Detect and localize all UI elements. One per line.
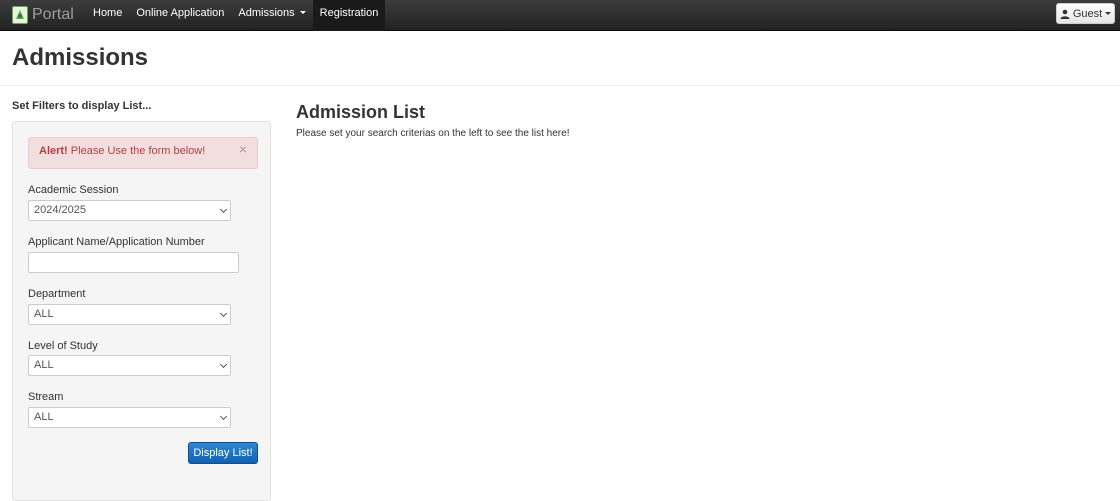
department-select[interactable]: ALL: [28, 304, 231, 325]
caret-down-icon: [1105, 12, 1112, 15]
department-value: ALL: [34, 308, 54, 320]
page-title: Admissions: [12, 44, 149, 71]
admission-list-title: Admission List: [296, 102, 426, 122]
level-of-study-value: ALL: [34, 359, 54, 371]
academic-session-value: 2024/2025: [34, 204, 86, 216]
alert-box: Alert! Please Use the form below! ×: [28, 137, 258, 169]
header-divider: [0, 85, 1120, 86]
nav-item-label: Registration: [319, 6, 379, 19]
level-of-study-label: Level of Study: [28, 340, 98, 352]
filters-panel: Alert! Please Use the form below! × Acad…: [12, 121, 271, 501]
portal-logo-icon: [12, 6, 28, 24]
nav-item-registration[interactable]: Registration: [312, 0, 386, 31]
nav-item-online-application[interactable]: Online Application: [129, 0, 231, 31]
chevron-down-icon: [219, 205, 228, 214]
chevron-down-icon: [219, 360, 228, 369]
stream-select[interactable]: ALL: [28, 407, 231, 428]
user-menu-label: Guest: [1072, 7, 1103, 20]
alert-strong: Alert!: [39, 145, 68, 157]
nav-item-label: Online Application: [136, 6, 225, 19]
display-list-button[interactable]: Display List!: [188, 442, 258, 464]
main-nav: Home Online Application Admissions Regis…: [86, 0, 386, 31]
caret-down-icon: [299, 11, 306, 14]
nav-item-admissions[interactable]: Admissions: [231, 0, 312, 31]
chevron-down-icon: [219, 412, 228, 421]
filters-title: Set Filters to display List...: [12, 100, 152, 112]
close-icon[interactable]: ×: [239, 142, 247, 156]
chevron-down-icon: [219, 309, 228, 318]
applicant-label: Applicant Name/Application Number: [28, 236, 205, 248]
nav-item-label: Admissions: [238, 6, 295, 19]
level-of-study-select[interactable]: ALL: [28, 355, 231, 376]
applicant-input[interactable]: [28, 252, 239, 273]
nav-item-home[interactable]: Home: [86, 0, 129, 31]
stream-label: Stream: [28, 391, 64, 403]
department-label: Department: [28, 288, 86, 300]
alert-message: Please Use the form below!: [70, 145, 206, 157]
user-icon: [1060, 9, 1070, 19]
brand-text: Portal: [32, 6, 74, 23]
top-navbar: Portal Home Online Application Admission…: [0, 0, 1120, 31]
brand[interactable]: Portal: [12, 4, 74, 26]
nav-item-label: Home: [93, 6, 123, 19]
academic-session-select[interactable]: 2024/2025: [28, 200, 231, 221]
user-menu-button[interactable]: Guest: [1056, 3, 1115, 24]
academic-session-label: Academic Session: [28, 184, 119, 196]
stream-value: ALL: [34, 411, 54, 423]
admission-list-description: Please set your search criterias on the …: [296, 128, 570, 139]
